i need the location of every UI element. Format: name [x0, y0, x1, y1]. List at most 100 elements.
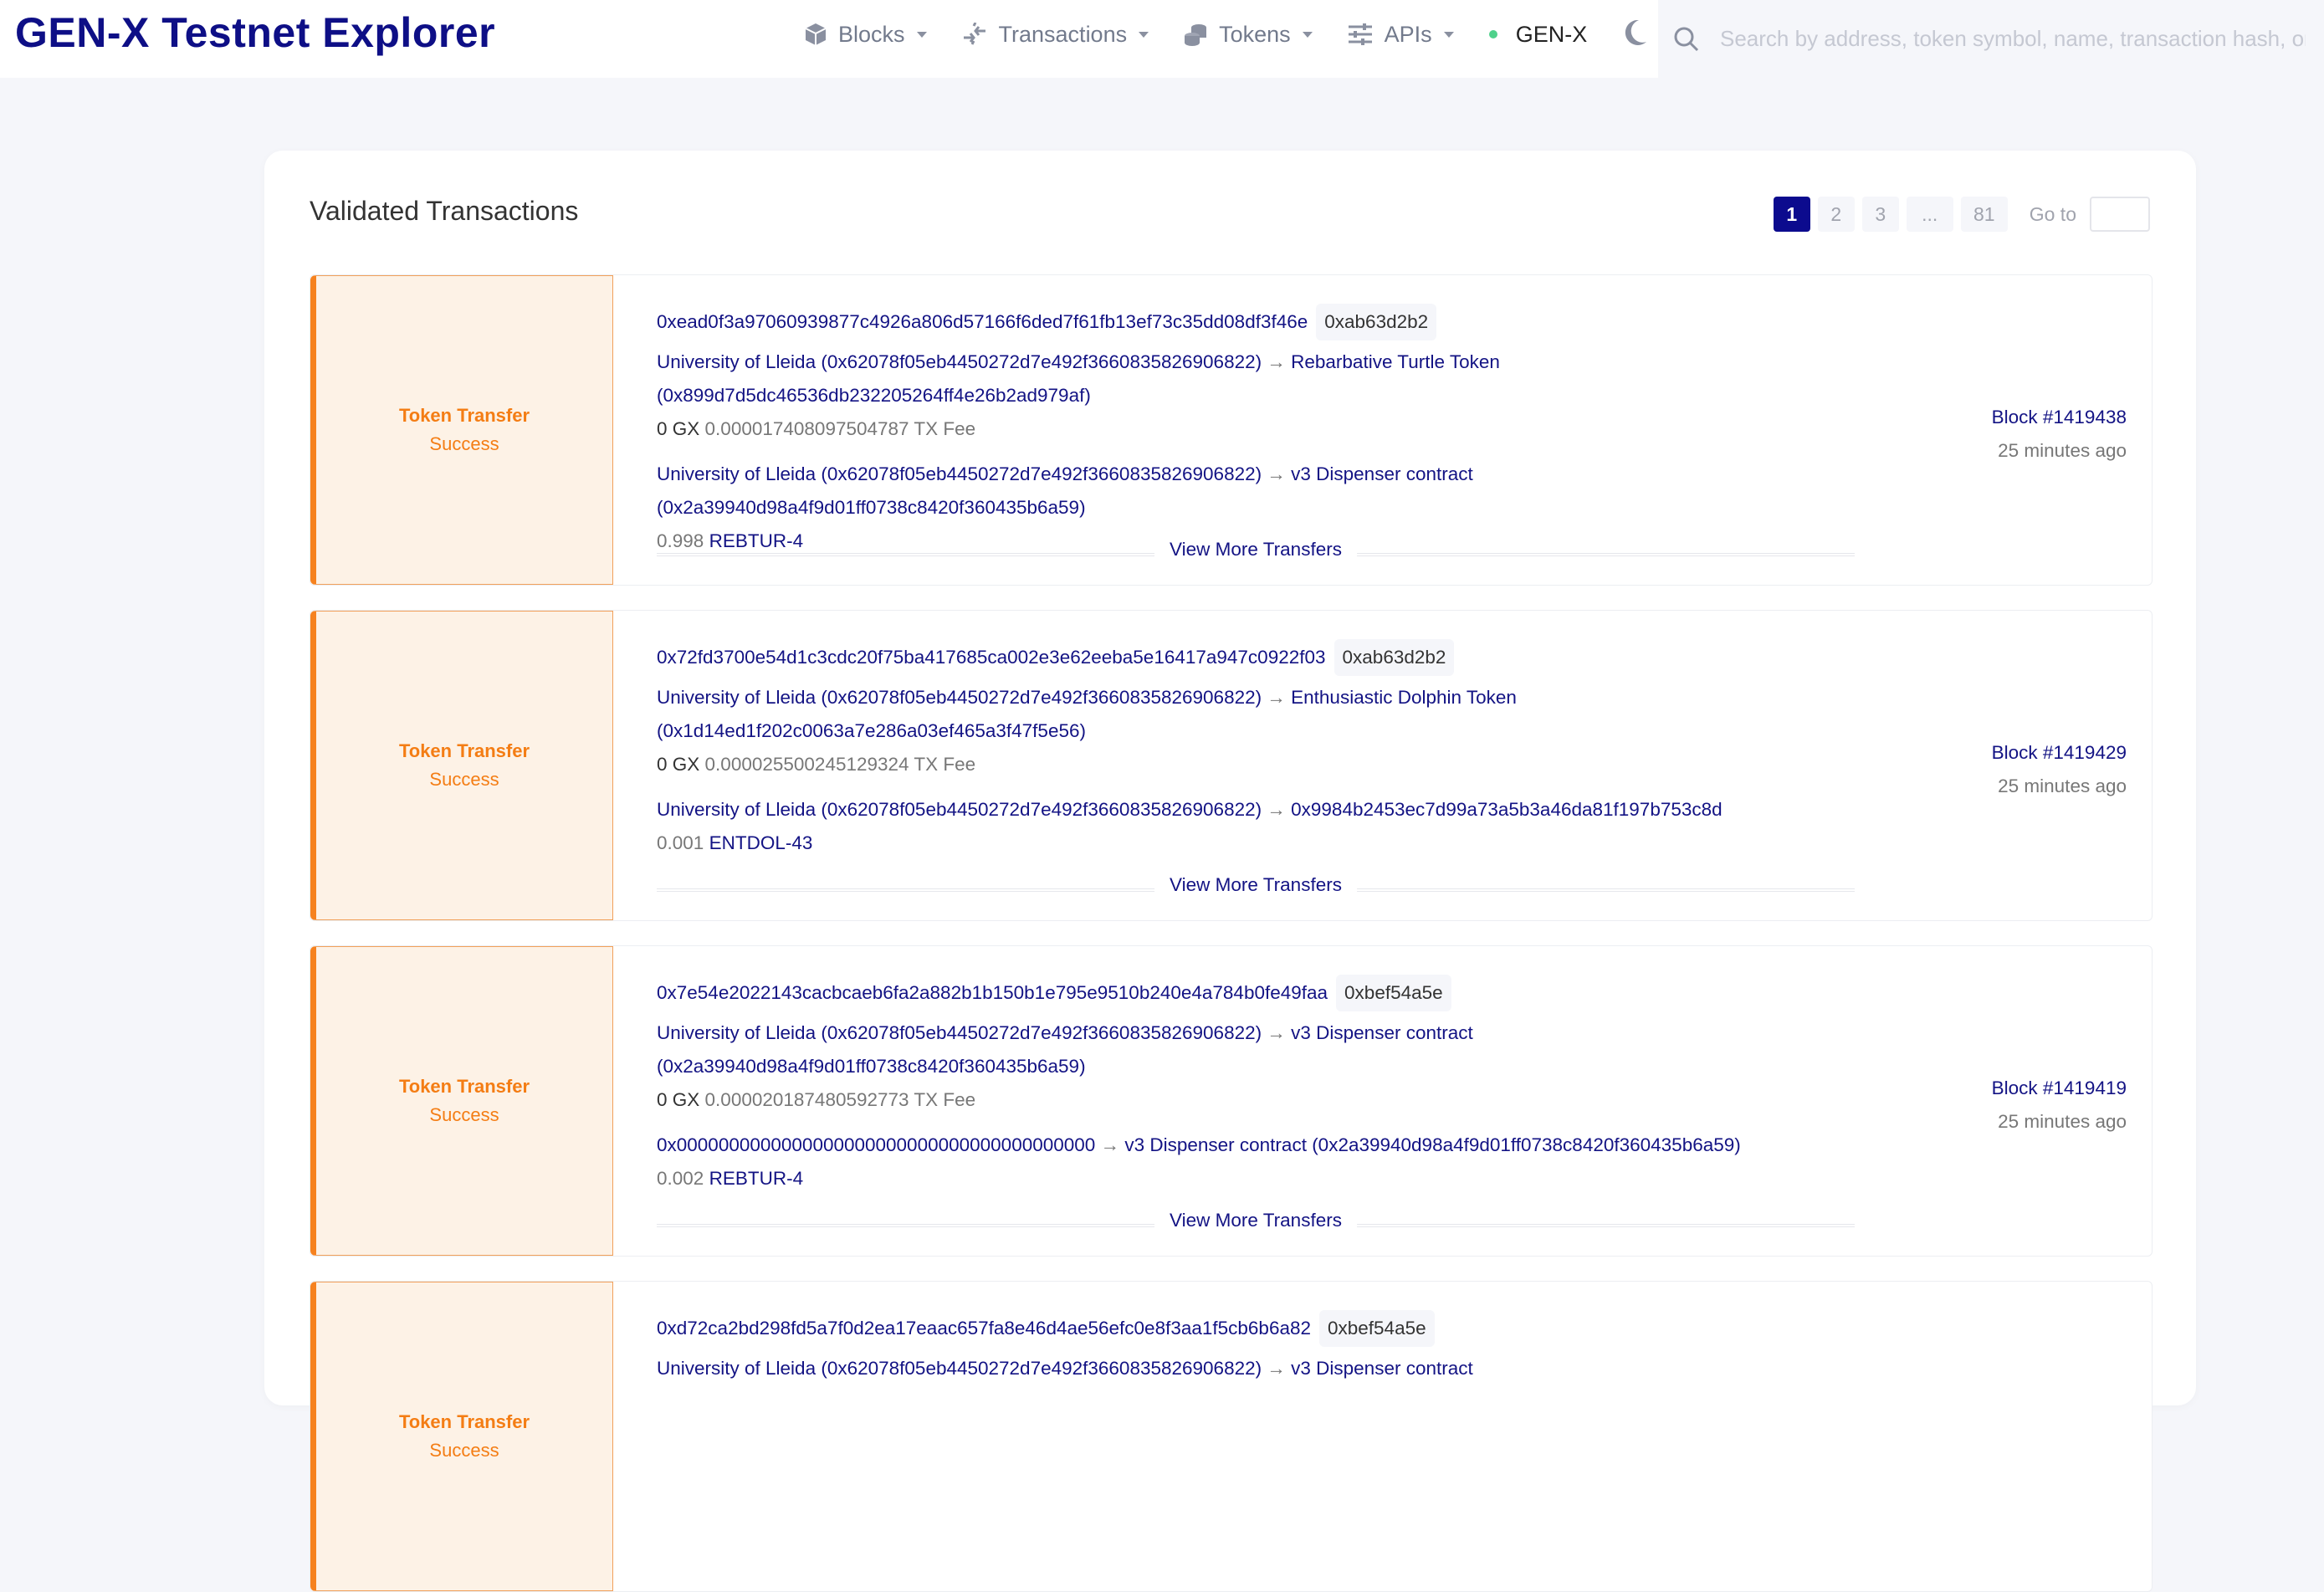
search-input[interactable] — [1718, 25, 2307, 53]
nav-label: Blocks — [838, 21, 905, 47]
nav-blocks[interactable]: Blocks — [805, 22, 927, 48]
to-name-link[interactable]: Enthusiastic Dolphin Token — [1291, 687, 1517, 708]
method-badge: 0xab63d2b2 — [1316, 304, 1437, 340]
transfer-amount: 0.001 — [657, 832, 704, 853]
from-address-link[interactable]: University of Lleida (0x62078f05eb445027… — [657, 1022, 1262, 1043]
block-number-link[interactable]: Block #1419419 — [1992, 1072, 2127, 1105]
tx-fee: 0.000017408097504787 TX Fee — [704, 418, 976, 439]
divider: View More Transfers — [657, 539, 1855, 561]
transaction-tile: Token Transfer Success 0xead0f3a9706093987… — [310, 274, 2153, 586]
transfer-from-link[interactable]: University of Lleida (0x62078f05eb445027… — [657, 799, 1262, 820]
from-address-link[interactable]: University of Lleida (0x62078f05eb445027… — [657, 687, 1262, 708]
tx-hash-link[interactable]: 0xead0f3a97060939877c4926a806d57166f6ded… — [657, 305, 1308, 339]
tx-value: 0 GX — [657, 1089, 700, 1110]
tx-age: 25 minutes ago — [1998, 776, 2127, 796]
transaction-tile: Token Transfer Success 0x72fd3700e54d1c3cd… — [310, 610, 2153, 921]
token-symbol-link[interactable]: REBTUR-4 — [709, 530, 804, 551]
network-name: GEN-X — [1515, 21, 1588, 47]
tx-details: 0x72fd3700e54d1c3cdc20f75ba417685ca002e3… — [657, 639, 1895, 860]
arrow-icon: → — [1267, 351, 1286, 372]
block-info: Block #1419419 25 minutes ago — [1992, 1072, 2127, 1139]
transfer-to-link[interactable]: v3 Dispenser contract (0x2a39940d98a4f9d… — [1124, 1134, 1740, 1155]
page-button-2[interactable]: 2 — [1817, 197, 1855, 232]
goto-label: Go to — [2029, 202, 2076, 225]
transactions-card: Validated Transactions 1 2 3... 81 Go to Tok… — [264, 151, 2196, 1592]
nav-label: Tokens — [1219, 21, 1291, 47]
sliders-icon — [1348, 23, 1372, 45]
transfer-to-link[interactable]: 0x9984b2453ec7d99a73a5b3a46da81f197b753c… — [1291, 799, 1723, 820]
page-button-3[interactable]: 3 — [1861, 197, 1899, 232]
tx-fee: 0.000020187480592773 TX Fee — [704, 1089, 976, 1110]
tx-status: Success — [429, 769, 499, 790]
main-nav: Blocks Transactions Tokens APIs GEN-X — [805, 0, 1647, 69]
tx-value: 0 GX — [657, 754, 700, 775]
arrow-icon: → — [1267, 687, 1286, 708]
tx-status-panel: Token Transfer Success — [310, 946, 613, 1256]
to-address-link[interactable]: (0x899d7d5dc46536db232205264ff4e26b2ad97… — [657, 385, 1091, 406]
transfer-amount: 0.998 — [657, 530, 704, 551]
dark-mode-toggle[interactable] — [1622, 19, 1647, 50]
token-symbol-link[interactable]: ENTDOL-43 — [709, 832, 813, 853]
tx-hash-link[interactable]: 0xd72ca2bd298fd5a7f0d2ea17eaac657fa8e46d… — [657, 1312, 1311, 1345]
to-address-link[interactable]: (0x2a39940d98a4f9d01ff0738c8420f360435b6… — [657, 1056, 1086, 1077]
goto-page-input[interactable] — [2090, 197, 2150, 232]
site-logo-title[interactable]: GEN-X Testnet Explorer — [15, 8, 495, 57]
tx-status-panel: Token Transfer Success — [310, 275, 613, 585]
tx-status-panel: Token Transfer Success — [310, 1282, 613, 1591]
block-info: Block #1419429 25 minutes ago — [1992, 736, 2127, 803]
transactions-icon — [963, 23, 985, 45]
tx-age: 25 minutes ago — [1998, 1111, 2127, 1132]
nav-transactions[interactable]: Transactions — [962, 22, 1149, 48]
divider: View More Transfers — [657, 1210, 1855, 1231]
divider: View More Transfers — [657, 874, 1855, 896]
from-address-link[interactable]: University of Lleida (0x62078f05eb445027… — [657, 1358, 1262, 1379]
view-more-transfers-link[interactable]: View More Transfers — [1154, 1210, 1357, 1231]
block-number-link[interactable]: Block #1419429 — [1992, 736, 2127, 770]
network-status-dot — [1488, 30, 1497, 38]
cube-icon — [805, 23, 827, 45]
to-name-link[interactable]: Rebarbative Turtle Token — [1291, 351, 1500, 372]
caret-down-icon — [1443, 31, 1454, 38]
pagination-ellipsis[interactable]: ... — [1906, 197, 1953, 232]
transfer-from-link[interactable]: University of Lleida (0x62078f05eb445027… — [657, 463, 1262, 484]
tx-fee: 0.000025500245129324 TX Fee — [704, 754, 976, 775]
method-badge: 0xab63d2b2 — [1333, 639, 1455, 676]
view-more-transfers-link[interactable]: View More Transfers — [1154, 539, 1357, 561]
transaction-tile: Token Transfer Success 0x7e54e2022143cacbc… — [310, 945, 2153, 1257]
token-symbol-link[interactable]: REBTUR-4 — [709, 1168, 804, 1189]
from-address-link[interactable]: University of Lleida (0x62078f05eb445027… — [657, 351, 1262, 372]
transaction-tile: Token Transfer Success 0xd72ca2bd298fd5a7f… — [310, 1281, 2153, 1592]
tx-age: 25 minutes ago — [1998, 440, 2127, 461]
coins-icon — [1185, 24, 1207, 46]
to-name-link[interactable]: v3 Dispenser contract — [1291, 1358, 1473, 1379]
to-name-link[interactable]: v3 Dispenser contract — [1291, 1022, 1473, 1043]
nav-label: Transactions — [998, 21, 1128, 47]
arrow-icon: → — [1267, 799, 1286, 820]
tx-hash-link[interactable]: 0x72fd3700e54d1c3cdc20f75ba417685ca002e3… — [657, 641, 1326, 674]
tx-hash-link[interactable]: 0x7e54e2022143cacbcaeb6fa2a882b1b150b1e7… — [657, 976, 1328, 1010]
caret-down-icon — [1302, 31, 1313, 38]
tx-type: Token Transfer — [398, 405, 530, 426]
nav-apis[interactable]: APIs — [1348, 22, 1454, 48]
arrow-icon: → — [1267, 1022, 1286, 1043]
tx-status-panel: Token Transfer Success — [310, 611, 613, 920]
method-badge: 0xbef54a5e — [1336, 975, 1451, 1011]
page-button-1[interactable]: 1 — [1773, 197, 1810, 232]
to-address-link[interactable]: (0x1d14ed1f202c0063a7e286a03ef465a3f47f5… — [657, 720, 1086, 741]
tx-type: Token Transfer — [398, 740, 530, 761]
method-badge: 0xbef54a5e — [1319, 1310, 1435, 1347]
block-number-link[interactable]: Block #1419438 — [1992, 401, 2127, 434]
caret-down-icon — [1139, 31, 1149, 38]
tx-status: Success — [429, 433, 499, 454]
tx-details: 0x7e54e2022143cacbcaeb6fa2a882b1b150b1e7… — [657, 975, 1895, 1195]
page-title: Validated Transactions — [310, 196, 579, 226]
page-button-81[interactable]: 81 — [1960, 197, 2008, 232]
transfer-from-link[interactable]: 0x00000000000000000000000000000000000000… — [657, 1134, 1095, 1155]
tx-details: 0xead0f3a97060939877c4926a806d57166f6ded… — [657, 304, 1895, 558]
search-bar — [1658, 0, 2324, 78]
network-selector[interactable]: GEN-X — [1488, 21, 1588, 48]
nav-tokens[interactable]: Tokens — [1184, 22, 1313, 48]
view-more-transfers-link[interactable]: View More Transfers — [1154, 874, 1357, 896]
nav-label: APIs — [1384, 21, 1432, 47]
tx-status: Success — [429, 1440, 499, 1461]
